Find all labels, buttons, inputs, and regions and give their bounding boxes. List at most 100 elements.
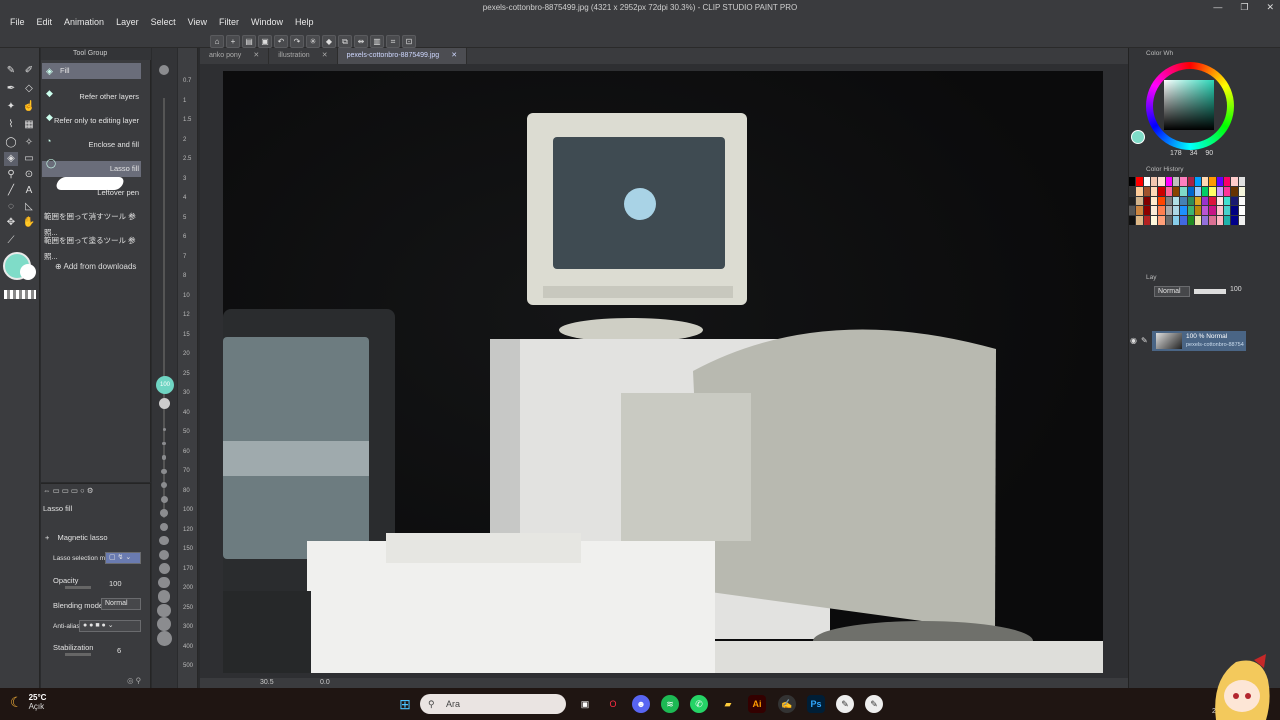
history-swatch[interactable] (1143, 216, 1150, 225)
history-swatch[interactable] (1172, 196, 1180, 206)
brush-icon[interactable]: ✒ (4, 82, 18, 96)
angle-value[interactable]: 0.0 (320, 679, 330, 686)
menu-file[interactable]: File (4, 14, 31, 30)
new-file-icon[interactable]: + (226, 34, 240, 48)
history-swatch[interactable] (1194, 186, 1202, 196)
menu-filter[interactable]: Filter (213, 14, 245, 30)
history-swatch[interactable] (1158, 186, 1165, 196)
history-swatch[interactable] (1143, 177, 1150, 186)
brush-size-preset[interactable] (158, 549, 170, 560)
lasso-mode-dropdown[interactable]: ▢ ↯ ⌄ (105, 552, 141, 564)
pen-edit-icon[interactable]: ✎ (1141, 336, 1148, 345)
history-swatch[interactable] (1202, 196, 1209, 206)
history-swatch[interactable] (1165, 186, 1172, 196)
hue-value[interactable]: 178 (1170, 150, 1182, 157)
history-swatch[interactable] (1180, 216, 1187, 225)
history-swatch[interactable] (1136, 186, 1143, 196)
history-swatch[interactable] (1216, 177, 1224, 186)
brush-size-preset[interactable] (161, 468, 167, 474)
layer-blend-dropdown[interactable]: Normal (1154, 286, 1190, 297)
fill-tool-icon[interactable]: ◈ (4, 152, 18, 166)
history-swatch[interactable] (1136, 196, 1143, 206)
history-swatch[interactable] (1172, 206, 1180, 216)
history-swatch[interactable] (1180, 186, 1187, 196)
history-swatch[interactable] (1143, 206, 1150, 216)
brush-size-preset[interactable] (162, 428, 166, 431)
menu-animation[interactable]: Animation (58, 14, 110, 30)
ruler-tool-icon[interactable]: ◺ (22, 200, 36, 214)
windows-start-icon[interactable]: ⊞ (396, 695, 414, 713)
clip-studio-paint-icon-2[interactable]: ✎ (865, 695, 883, 713)
subtool-refer-editing[interactable]: ◆ Refer only to editing layer (42, 112, 141, 129)
maximize-button[interactable]: ❐ (1240, 2, 1248, 13)
subtool-jp-fill[interactable]: 範囲を囲って塗るツール 参照... (42, 233, 141, 261)
history-swatch[interactable] (1158, 216, 1165, 225)
balloon-icon[interactable]: ◌ (4, 200, 18, 214)
history-swatch[interactable] (1136, 177, 1143, 186)
spuit-icon[interactable]: ⟋ (4, 234, 18, 248)
brush-size-preset[interactable] (156, 617, 172, 632)
saturation-value[interactable]: 34 (1190, 150, 1198, 157)
brush-size-preset[interactable] (157, 590, 171, 603)
tab-illustration[interactable]: illustration ✕ (269, 48, 338, 64)
weather-widget[interactable]: ☾ 25°C Açık (10, 693, 46, 711)
tab-close-icon[interactable]: ✕ (322, 48, 328, 64)
history-swatch[interactable] (1231, 216, 1238, 225)
brush-size-preset[interactable] (162, 441, 166, 446)
history-swatch[interactable] (1165, 177, 1172, 186)
opacity-slider[interactable] (65, 586, 91, 589)
menu-view[interactable]: View (182, 14, 213, 30)
brush-size-preset[interactable] (156, 630, 172, 646)
history-swatch[interactable] (1202, 216, 1209, 225)
auto-select-icon[interactable]: ✧ (22, 136, 36, 150)
tab-anko-pony[interactable]: anko pony ✕ (200, 48, 270, 64)
history-swatch[interactable] (1129, 186, 1136, 196)
minimize-button[interactable]: — (1213, 2, 1222, 13)
history-swatch[interactable] (1231, 196, 1238, 206)
history-swatch[interactable] (1216, 186, 1224, 196)
history-swatch[interactable] (1224, 177, 1231, 186)
subtool-refer-other[interactable]: ◆ Refer other layers (42, 88, 141, 105)
clip-studio-icon[interactable]: ✍ (778, 695, 796, 713)
canvas-image[interactable] (223, 71, 1103, 673)
history-swatch[interactable] (1216, 206, 1224, 216)
transparent-color-swatch[interactable] (4, 290, 36, 299)
blend-icon[interactable]: ☝ (22, 100, 36, 114)
history-swatch[interactable] (1143, 196, 1150, 206)
gradient-icon[interactable]: ▦ (22, 118, 36, 132)
save-icon[interactable]: ▣ (258, 34, 272, 48)
history-swatch[interactable] (1129, 216, 1136, 225)
antialias-selector[interactable]: ● ● ■ ● ⌄ (79, 620, 141, 632)
discord-icon[interactable]: ☻ (632, 695, 650, 713)
subtool-fill[interactable]: ◈ Fill (42, 63, 141, 79)
snap-icon[interactable]: ⌗ (386, 34, 400, 48)
eraser-icon[interactable]: ◇ (22, 82, 36, 96)
history-swatch[interactable] (1187, 186, 1194, 196)
history-swatch[interactable] (1216, 196, 1224, 206)
history-swatch[interactable] (1238, 206, 1245, 216)
history-swatch[interactable] (1158, 206, 1165, 216)
history-swatch[interactable] (1129, 177, 1136, 186)
layer-opacity-value[interactable]: 100 (1230, 286, 1242, 293)
home-icon[interactable]: ⌂ (210, 34, 224, 48)
history-swatch[interactable] (1150, 196, 1158, 206)
photoshop-icon[interactable]: Ps (807, 695, 825, 713)
history-swatch[interactable] (1202, 206, 1209, 216)
history-swatch[interactable] (1202, 177, 1209, 186)
history-swatch[interactable] (1224, 216, 1231, 225)
magnetic-lasso-row[interactable]: + Magnetic lasso (45, 533, 108, 542)
undo-icon[interactable]: ↶ (274, 34, 288, 48)
lasso-icon[interactable]: ◯ (4, 136, 18, 150)
current-color-chip[interactable] (1131, 130, 1145, 144)
history-swatch[interactable] (1238, 196, 1245, 206)
brush-size-preset[interactable] (158, 563, 170, 574)
spotify-icon[interactable]: ≋ (661, 695, 679, 713)
history-swatch[interactable] (1150, 206, 1158, 216)
line-icon[interactable]: ╱ (4, 184, 18, 198)
pencil-icon[interactable]: ✐ (22, 64, 36, 78)
history-swatch[interactable] (1143, 186, 1150, 196)
brush-size-preset[interactable] (157, 603, 171, 617)
value-value[interactable]: 90 (1205, 150, 1213, 157)
history-swatch[interactable] (1209, 216, 1216, 225)
history-swatch[interactable] (1150, 177, 1158, 186)
